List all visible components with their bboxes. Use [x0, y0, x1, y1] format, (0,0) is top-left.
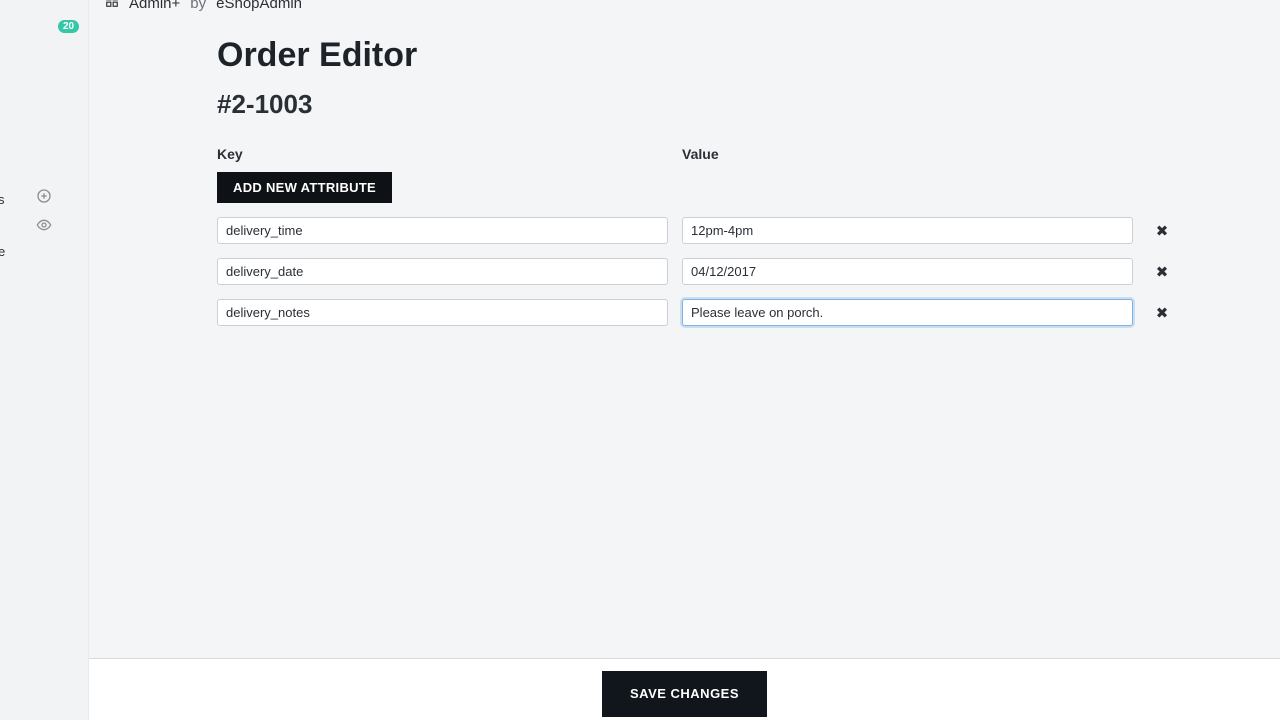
grid-icon	[105, 0, 119, 12]
attribute-value-input[interactable]	[682, 217, 1133, 244]
order-id: #2-1003	[217, 89, 1256, 120]
attribute-value-input[interactable]	[682, 299, 1133, 326]
add-attribute-button[interactable]: ADD NEW ATTRIBUTE	[217, 172, 392, 203]
attribute-row: ✖	[217, 258, 1177, 285]
eye-icon[interactable]	[36, 217, 52, 238]
footer: SAVE CHANGES	[89, 658, 1280, 720]
close-icon: ✖	[1156, 305, 1169, 322]
page-title: Order Editor	[217, 36, 1256, 75]
attribute-row: ✖	[217, 217, 1177, 244]
close-icon: ✖	[1156, 264, 1169, 281]
main: Admin+ by eShopAdmin Order Editor #2-100…	[88, 0, 1280, 720]
delete-row-button[interactable]: ✖	[1147, 262, 1177, 282]
attribute-key-input[interactable]	[217, 217, 668, 244]
column-header-value: Value	[682, 146, 1133, 162]
sidebar: 20 s e	[0, 0, 88, 720]
delete-row-button[interactable]: ✖	[1147, 221, 1177, 241]
plus-circle-icon[interactable]	[36, 188, 52, 209]
attribute-key-input[interactable]	[217, 299, 668, 326]
brand-author: eShopAdmin	[216, 0, 302, 12]
brand-by-word: by	[190, 0, 206, 12]
delete-row-button[interactable]: ✖	[1147, 303, 1177, 323]
attribute-key-input[interactable]	[217, 258, 668, 285]
sidebar-text-fragment: e	[0, 244, 5, 259]
column-header-key: Key	[217, 146, 668, 162]
save-button[interactable]: SAVE CHANGES	[602, 671, 767, 717]
attribute-value-input[interactable]	[682, 258, 1133, 285]
brand-name: Admin+	[129, 0, 180, 12]
attribute-rows: ✖ ✖ ✖	[217, 217, 1256, 326]
close-icon: ✖	[1156, 223, 1169, 240]
attribute-row: ✖	[217, 299, 1177, 326]
sidebar-badge: 20	[58, 20, 79, 33]
brand-row: Admin+ by eShopAdmin	[89, 0, 1280, 14]
